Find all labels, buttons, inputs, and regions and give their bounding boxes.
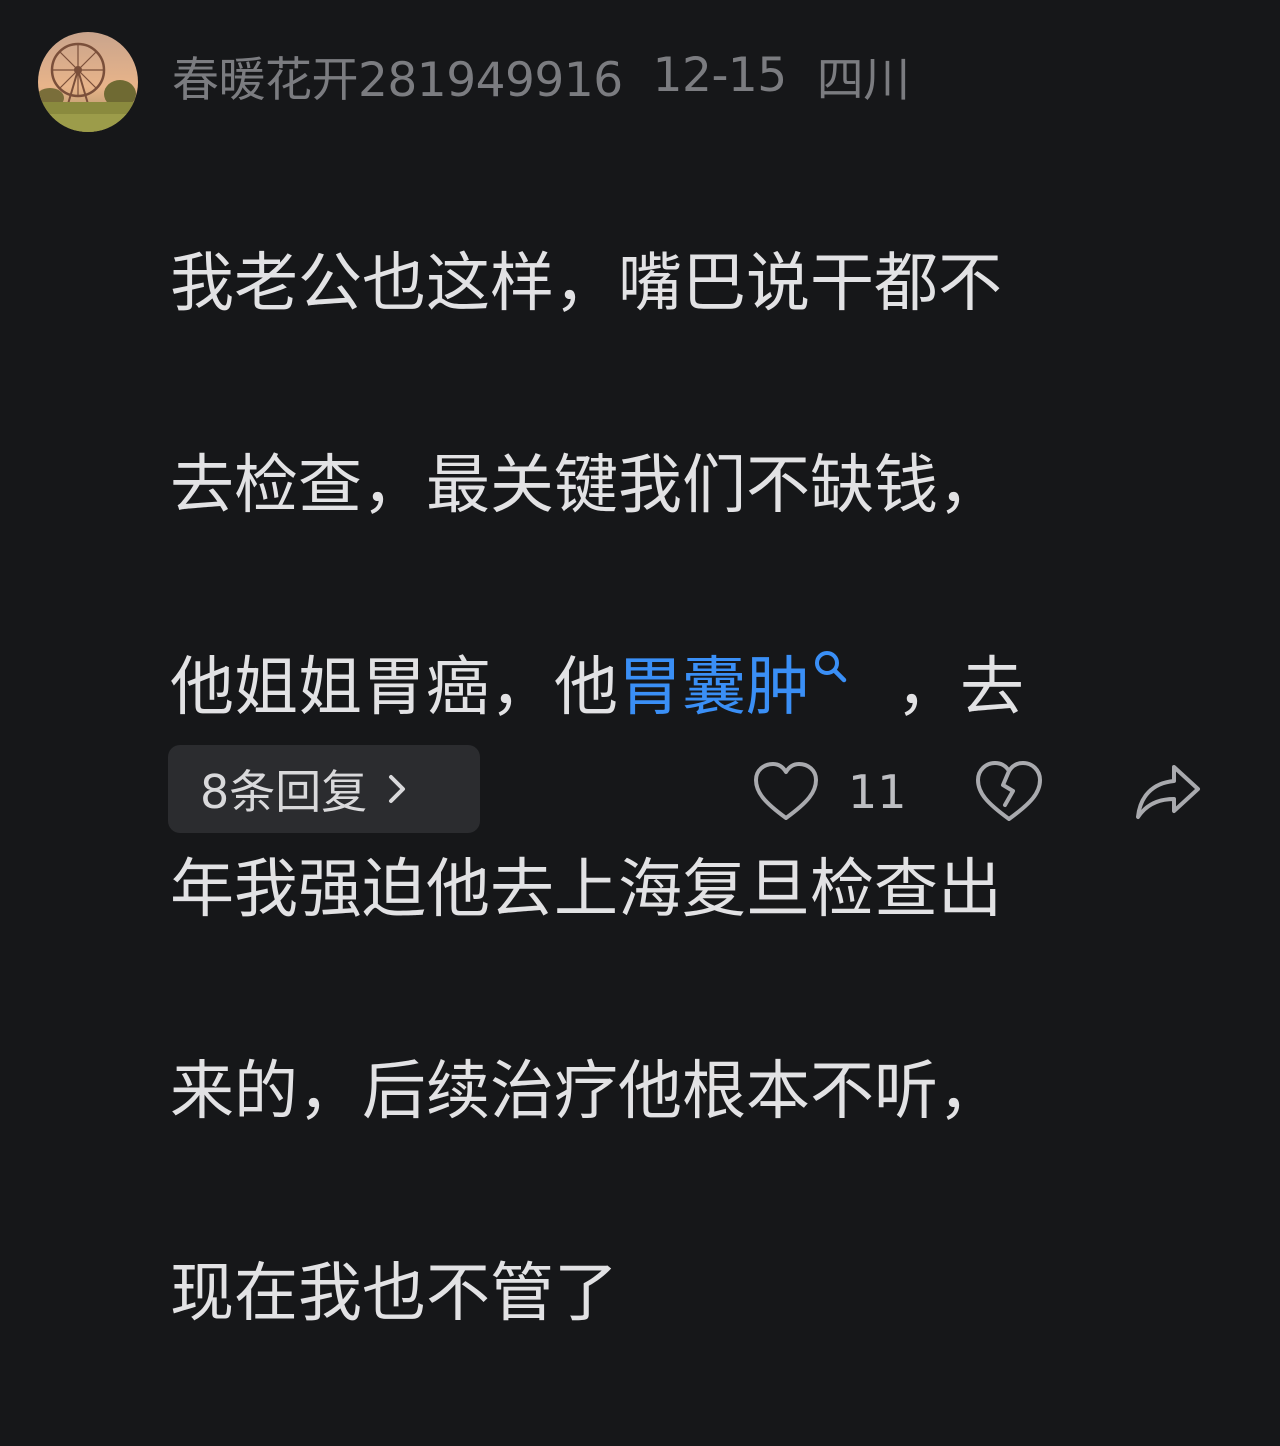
comment-date: 12-15 bbox=[652, 47, 788, 103]
comment-line: 现在我也不管了 bbox=[170, 1257, 618, 1331]
chevron-right-icon bbox=[389, 775, 406, 803]
share-button[interactable] bbox=[1134, 752, 1204, 832]
comment-line: 去检查，最关键我们不缺钱， bbox=[170, 449, 1002, 523]
comment-line: 我老公也这样，嘴巴说干都不 bbox=[170, 247, 1002, 321]
view-replies-button[interactable]: 8条回复 bbox=[168, 745, 480, 833]
comment-line: 来的，后续治疗他根本不听， bbox=[170, 1055, 1002, 1129]
broken-heart-icon bbox=[976, 761, 1042, 821]
heart-icon bbox=[754, 762, 818, 820]
share-arrow-icon bbox=[1136, 765, 1200, 819]
like-button[interactable]: 11 bbox=[752, 752, 907, 832]
avatar[interactable] bbox=[38, 32, 138, 132]
comment-line: 他姐姐胃癌，他胃囊肿 ，去 bbox=[170, 638, 1180, 739]
comment-line-text: ，去 bbox=[896, 651, 1024, 725]
comment-line-text: 他姐姐胃癌，他 bbox=[170, 651, 618, 725]
comment-location: 四川 bbox=[816, 52, 911, 108]
keyword-search-link[interactable]: 胃囊肿 bbox=[618, 651, 810, 725]
comment-meta: 春暖花开281949916 12-15 四川 bbox=[172, 40, 910, 110]
replies-label: 8条回复 bbox=[200, 765, 368, 819]
comment-line: 年我强迫他去上海复旦检查出 bbox=[170, 853, 1002, 927]
like-count: 11 bbox=[848, 765, 907, 819]
dislike-button[interactable] bbox=[974, 752, 1044, 832]
search-icon[interactable] bbox=[810, 646, 852, 688]
username[interactable]: 春暖花开281949916 bbox=[172, 41, 623, 110]
